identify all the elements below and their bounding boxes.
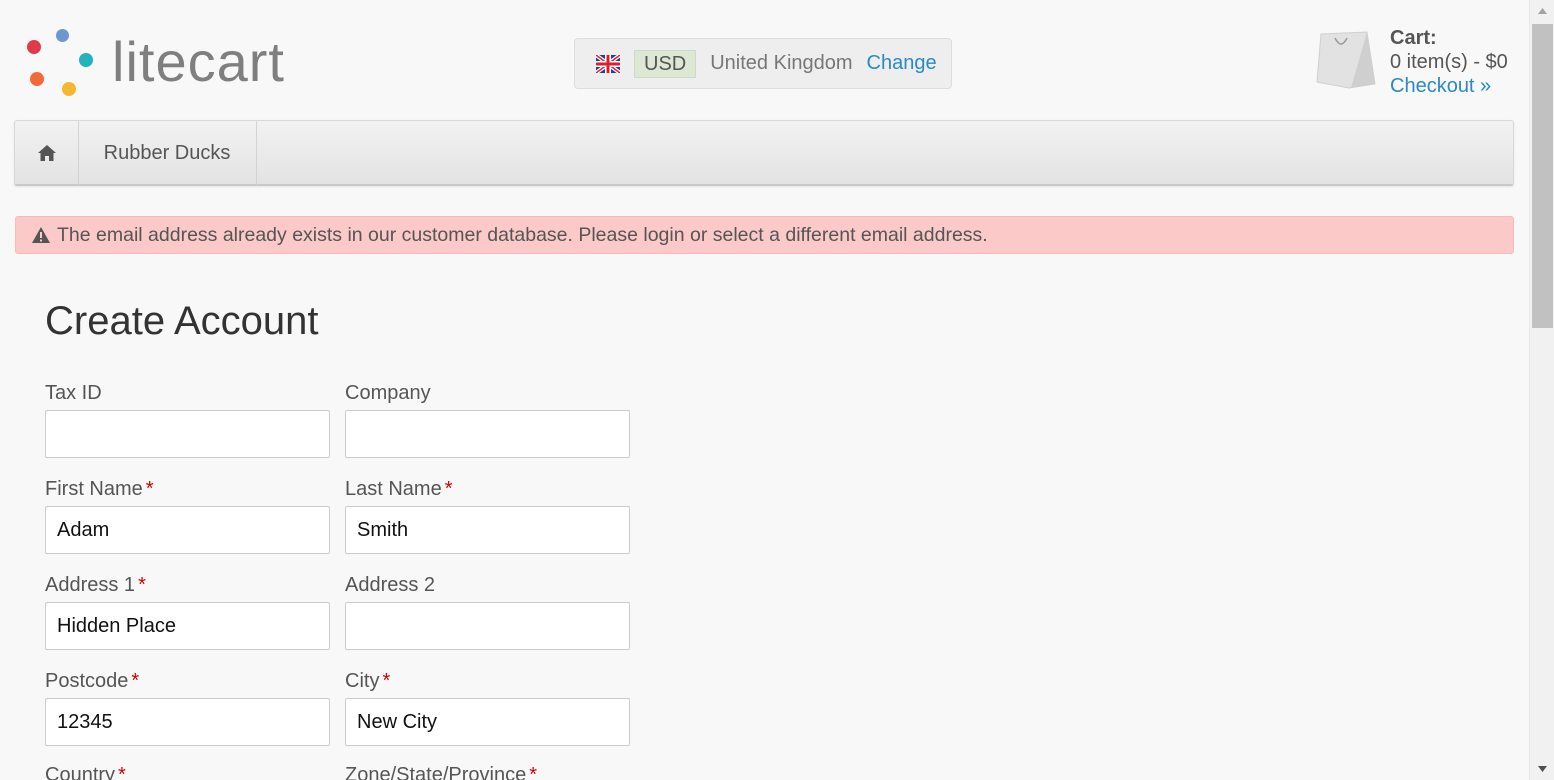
logo-dot — [56, 29, 69, 42]
postcode-label: Postcode * — [45, 670, 140, 692]
cart-title: Cart: — [1390, 27, 1437, 49]
scroll-up-arrow-icon[interactable] — [1530, 0, 1554, 22]
logo-dot — [79, 53, 93, 67]
nav-item-rubber-ducks[interactable]: Rubber Ducks — [78, 121, 257, 185]
address1-input[interactable] — [45, 602, 330, 650]
required-marker: * — [444, 478, 453, 500]
address2-input[interactable] — [345, 602, 630, 650]
change-region-link[interactable]: Change — [867, 52, 937, 75]
first-name-input[interactable] — [45, 506, 330, 554]
required-marker: * — [145, 478, 154, 500]
error-alert: The email address already exists in our … — [15, 216, 1514, 254]
required-marker: * — [131, 670, 140, 692]
company-input[interactable] — [345, 410, 630, 458]
alert-message: The email address already exists in our … — [57, 223, 988, 246]
logo-text: litecart — [112, 30, 285, 93]
scroll-down-arrow-icon[interactable] — [1530, 758, 1554, 780]
address2-label: Address 2 — [345, 574, 436, 596]
logo-dot — [27, 40, 41, 54]
main-navbar: Rubber Ducks — [14, 120, 1514, 186]
company-label: Company — [345, 382, 431, 404]
address1-label: Address 1 * — [45, 574, 146, 596]
page-title: Create Account — [45, 299, 319, 343]
currency-badge: USD — [634, 49, 697, 78]
last-name-label: Last Name * — [345, 478, 453, 500]
required-marker: * — [118, 764, 126, 780]
vertical-scrollbar[interactable] — [1529, 0, 1554, 780]
required-marker: * — [138, 574, 146, 596]
cart-widget[interactable]: Cart: 0 item(s) - $0 Checkout » — [1315, 26, 1520, 98]
logo-dot — [30, 72, 44, 86]
country-field-label: Country * — [45, 764, 126, 780]
checkout-link[interactable]: Checkout » — [1390, 75, 1491, 97]
shopping-bag-icon — [1316, 31, 1376, 89]
logo-dot — [62, 82, 76, 96]
home-icon — [37, 145, 56, 161]
uk-flag-icon — [596, 54, 620, 73]
tax-id-input[interactable] — [45, 410, 330, 458]
country-label: United Kingdom — [710, 52, 853, 74]
required-marker: * — [529, 764, 538, 780]
postcode-input[interactable] — [45, 698, 330, 746]
region-selector[interactable]: USD United Kingdom Change — [574, 38, 952, 89]
last-name-input[interactable] — [345, 506, 630, 554]
nav-home-button[interactable] — [15, 121, 79, 185]
tax-id-label: Tax ID — [45, 382, 102, 404]
logo[interactable]: litecart — [24, 26, 334, 98]
first-name-label: First Name * — [45, 478, 154, 500]
city-label: City * — [345, 670, 391, 692]
zone-field-label: Zone/State/Province * — [345, 764, 537, 780]
page: litecart USD United Kingdom Change Cart:… — [0, 0, 1529, 780]
scrollbar-thumb[interactable] — [1532, 24, 1553, 328]
cart-summary: Cart: 0 item(s) - $0 Checkout » — [1390, 26, 1508, 98]
warning-icon — [32, 227, 50, 243]
city-input[interactable] — [345, 698, 630, 746]
required-marker: * — [382, 670, 391, 692]
cart-item-count: 0 item(s) - $0 — [1390, 51, 1508, 73]
